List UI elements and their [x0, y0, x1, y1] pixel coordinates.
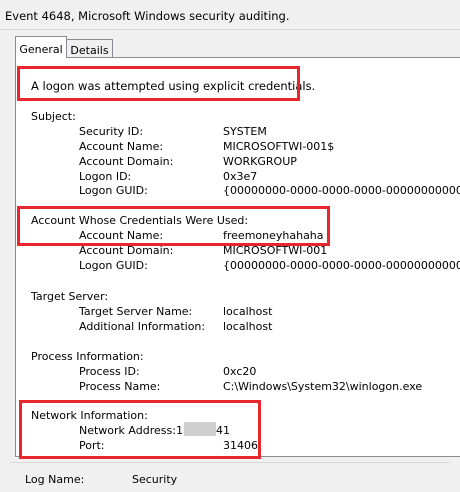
- target-server-header: Target Server:: [31, 290, 109, 303]
- subject-logon-guid-label: Logon GUID:: [79, 184, 148, 197]
- network-address-suffix: 41: [216, 424, 230, 437]
- tab-general[interactable]: General: [15, 36, 67, 58]
- subject-logon-id-value: 0x3e7: [223, 170, 258, 183]
- network-address-redaction: [184, 422, 216, 436]
- additional-info-label: Additional Information:: [79, 320, 206, 333]
- process-name-value: C:\Windows\System32\winlogon.exe: [223, 380, 423, 393]
- subject-logon-id-label: Logon ID:: [79, 170, 132, 183]
- network-address-label: Network Address:: [79, 424, 176, 437]
- network-address-prefix: 1: [176, 424, 183, 437]
- credentials-account-domain-value: MICROSOFTWI-001: [223, 244, 328, 257]
- subject-account-name-label: Account Name:: [79, 140, 164, 153]
- process-id-value: 0xc20: [223, 365, 257, 378]
- credentials-account-name-value: freemoneyhahaha: [223, 229, 324, 242]
- process-info-header: Process Information:: [31, 350, 144, 363]
- network-port-label: Port:: [79, 439, 105, 452]
- network-port-value: 31406: [223, 439, 258, 452]
- subject-account-domain-value: WORKGROUP: [223, 155, 297, 168]
- subject-account-name-value: MICROSOFTWI-001$: [223, 140, 335, 153]
- tab-details[interactable]: Details: [66, 39, 113, 59]
- subject-header: Subject:: [31, 110, 76, 123]
- subject-security-id-value: SYSTEM: [223, 125, 267, 138]
- credentials-logon-guid-value: {00000000-0000-0000-0000-000000000000}: [223, 259, 460, 272]
- credentials-account-domain-label: Account Domain:: [79, 244, 174, 257]
- footer-divider: [10, 462, 450, 463]
- process-name-label: Process Name:: [79, 380, 161, 393]
- additional-info-value: localhost: [223, 320, 273, 333]
- target-server-name-value: localhost: [223, 305, 273, 318]
- general-panel: A logon was attempted using explicit cre…: [15, 57, 460, 457]
- log-name-label: Log Name:: [25, 473, 85, 486]
- tab-general-label: General: [19, 43, 63, 56]
- target-server-name-label: Target Server Name:: [79, 305, 193, 318]
- credentials-header: Account Whose Credentials Were Used:: [31, 214, 249, 227]
- dialog-title: Event 4648, Microsoft Windows security a…: [5, 9, 290, 23]
- dialog-titlebar: Event 4648, Microsoft Windows security a…: [0, 0, 460, 30]
- network-info-header: Network Information:: [31, 409, 148, 422]
- process-id-label: Process ID:: [79, 365, 140, 378]
- log-name-value: Security: [132, 473, 178, 486]
- subject-security-id-label: Security ID:: [79, 125, 144, 138]
- event-description[interactable]: A logon was attempted using explicit cre…: [16, 58, 460, 456]
- tab-details-label: Details: [70, 44, 109, 57]
- subject-logon-guid-value: {00000000-0000-0000-0000-000000000000}: [223, 184, 460, 197]
- event-message: A logon was attempted using explicit cre…: [31, 79, 316, 93]
- credentials-logon-guid-label: Logon GUID:: [79, 259, 148, 272]
- credentials-account-name-label: Account Name:: [79, 229, 164, 242]
- subject-account-domain-label: Account Domain:: [79, 155, 174, 168]
